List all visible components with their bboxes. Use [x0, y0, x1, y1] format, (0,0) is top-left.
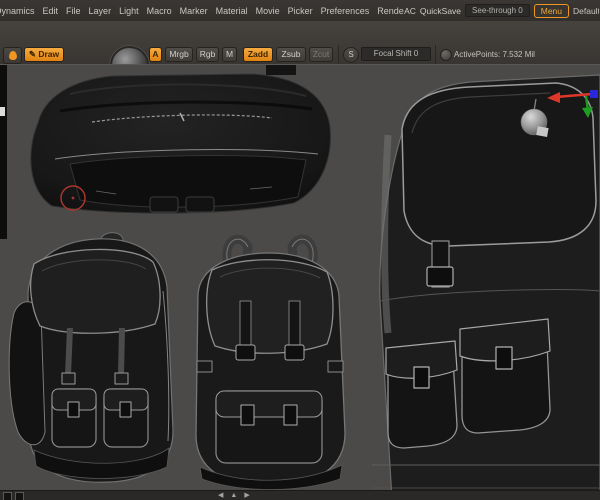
menu-picker[interactable]: Picker — [284, 6, 317, 16]
brush-icon — [8, 51, 17, 60]
canvas-scroll-arrows: ◀ ▲ ▶ — [218, 491, 250, 500]
scroll-left-icon[interactable]: ◀ — [218, 491, 223, 500]
zcut-button[interactable]: Zcut — [309, 47, 333, 62]
menu-macro[interactable]: Macro — [143, 6, 176, 16]
ac-label: AC — [404, 5, 416, 16]
backpack-closeup-view[interactable] — [372, 74, 600, 491]
top-shelf-toolbar: ✎ Draw Move Scale Rotate A Mrgb Rgb M Rg… — [0, 21, 600, 85]
backpack-front-view[interactable] — [195, 234, 346, 490]
active-points-readout: ActivePoints: 7.532 Mil — [454, 50, 535, 59]
menubar: Dynamics Edit File Layer Light Macro Mar… — [0, 0, 600, 22]
menu-material[interactable]: Material — [212, 6, 252, 16]
menu-edit[interactable]: Edit — [39, 6, 63, 16]
lightbox-button[interactable] — [3, 47, 22, 64]
menu-marker[interactable]: Marker — [176, 6, 212, 16]
alpha-swatch-button[interactable]: A — [149, 47, 162, 62]
quicksave-button[interactable]: QuickSave — [420, 6, 461, 16]
menu-preferences[interactable]: Preferences — [317, 6, 374, 16]
tray-thumbnail-icon-2[interactable] — [15, 491, 24, 500]
menu-toggle-button[interactable]: Menu — [533, 3, 569, 18]
draw-mode-button[interactable]: ✎ Draw — [24, 47, 64, 62]
zsub-button[interactable]: Zsub — [276, 47, 306, 62]
canvas-left-edge — [0, 65, 7, 239]
see-through-slider[interactable]: See-through 0 — [465, 4, 530, 17]
focal-shift-slider[interactable]: Focal Shift 0 — [361, 47, 431, 61]
backpack-top-view[interactable] — [30, 65, 331, 214]
mrgb-button[interactable]: Mrgb — [165, 47, 193, 62]
menu-file[interactable]: File — [62, 6, 85, 16]
active-points-icon — [440, 49, 452, 61]
rgb-button[interactable]: Rgb — [196, 47, 219, 62]
scroll-right-icon[interactable]: ▶ — [244, 491, 249, 500]
backpack-three-quarter-view[interactable] — [8, 232, 174, 483]
zbrush-window: Dynamics Edit File Layer Light Macro Mar… — [0, 0, 600, 500]
menubar-right-cluster: AC QuickSave See-through 0 Menu Default — [404, 0, 600, 21]
menu-dynamics[interactable]: Dynamics — [0, 6, 39, 16]
scroll-up-icon[interactable]: ▲ — [230, 491, 237, 500]
menu-layer[interactable]: Layer — [85, 6, 116, 16]
zadd-button[interactable]: Zadd — [243, 47, 273, 62]
stroke-picker-icon[interactable]: S — [343, 47, 359, 63]
m-button[interactable]: M — [222, 47, 237, 62]
tray-thumbnail-icon[interactable] — [3, 491, 12, 500]
default-ui-label[interactable]: Default — [573, 6, 599, 16]
pencil-icon: ✎ — [28, 49, 36, 59]
bottom-scroll-bar: ◀ ▲ ▶ — [0, 490, 600, 500]
menu-movie[interactable]: Movie — [252, 6, 284, 16]
menu-light[interactable]: Light — [115, 6, 143, 16]
sculpt-viewport[interactable] — [0, 64, 600, 491]
